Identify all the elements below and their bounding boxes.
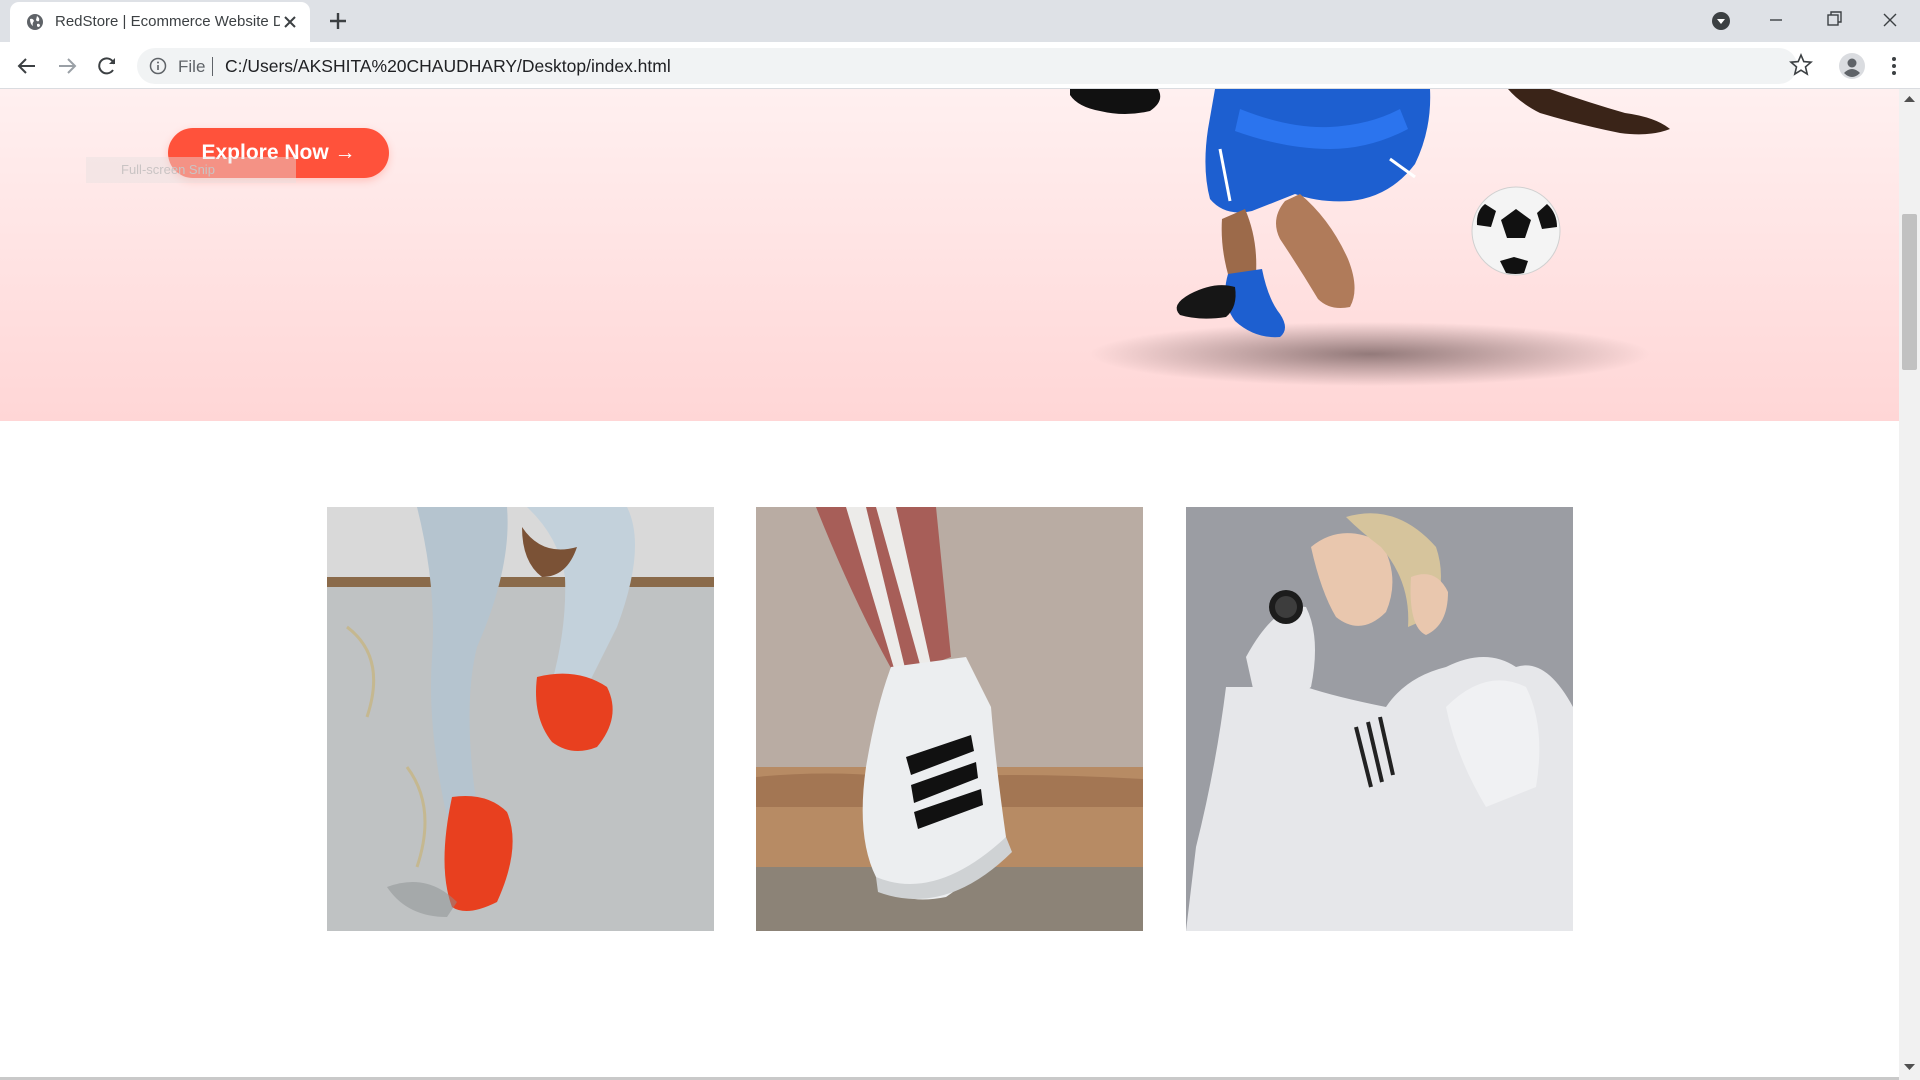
maximize-icon[interactable]: [1805, 5, 1861, 35]
tab-strip: RedStore | Ecommerce Website Design: [0, 0, 1920, 42]
scroll-thumb[interactable]: [1902, 214, 1917, 370]
vertical-scrollbar[interactable]: [1899, 89, 1920, 1080]
info-icon[interactable]: [149, 57, 167, 75]
minimize-icon[interactable]: [1748, 5, 1804, 35]
address-separator: [212, 57, 213, 76]
tab-title: RedStore | Ecommerce Website Design: [55, 13, 280, 30]
star-icon[interactable]: [1788, 52, 1814, 78]
address-bar[interactable]: File C:/Users/AKSHITA%20CHAUDHARY/Deskto…: [137, 48, 1797, 84]
url-text[interactable]: C:/Users/AKSHITA%20CHAUDHARY/Desktop/ind…: [225, 56, 671, 77]
scroll-down-icon[interactable]: [1904, 1063, 1915, 1071]
hoodie-smartwatch-photo: [1186, 507, 1573, 931]
scroll-up-icon[interactable]: [1904, 95, 1915, 103]
menu-icon[interactable]: [1880, 52, 1908, 80]
plus-icon[interactable]: [326, 9, 350, 33]
striped-sneaker-photo: [756, 507, 1143, 931]
hero-section: Explore Now → Full-screen Snip: [0, 89, 1899, 421]
window-close-icon[interactable]: [1862, 5, 1918, 35]
forward-icon[interactable]: [53, 52, 81, 80]
category-card-striped-sneaker[interactable]: [756, 507, 1143, 931]
red-sneakers-photo: [327, 507, 714, 931]
category-section: [0, 421, 1899, 1080]
reload-icon[interactable]: [93, 52, 121, 80]
tab-search-icon[interactable]: [1711, 11, 1731, 31]
globe-icon: [27, 14, 43, 30]
back-icon[interactable]: [13, 52, 41, 80]
page-viewport: Explore Now → Full-screen Snip: [0, 89, 1899, 1080]
category-card-red-sneakers[interactable]: [327, 507, 714, 931]
file-label: File: [178, 57, 206, 76]
close-icon[interactable]: [280, 12, 300, 32]
football-player-image: [1070, 89, 1670, 386]
category-card-hoodie-smartwatch[interactable]: [1186, 507, 1573, 931]
browser-toolbar: File C:/Users/AKSHITA%20CHAUDHARY/Deskto…: [0, 42, 1920, 89]
fullscreen-snip-overlay: Full-screen Snip: [86, 157, 296, 183]
browser-tab[interactable]: RedStore | Ecommerce Website Design: [10, 2, 310, 42]
profile-icon[interactable]: [1838, 52, 1866, 80]
